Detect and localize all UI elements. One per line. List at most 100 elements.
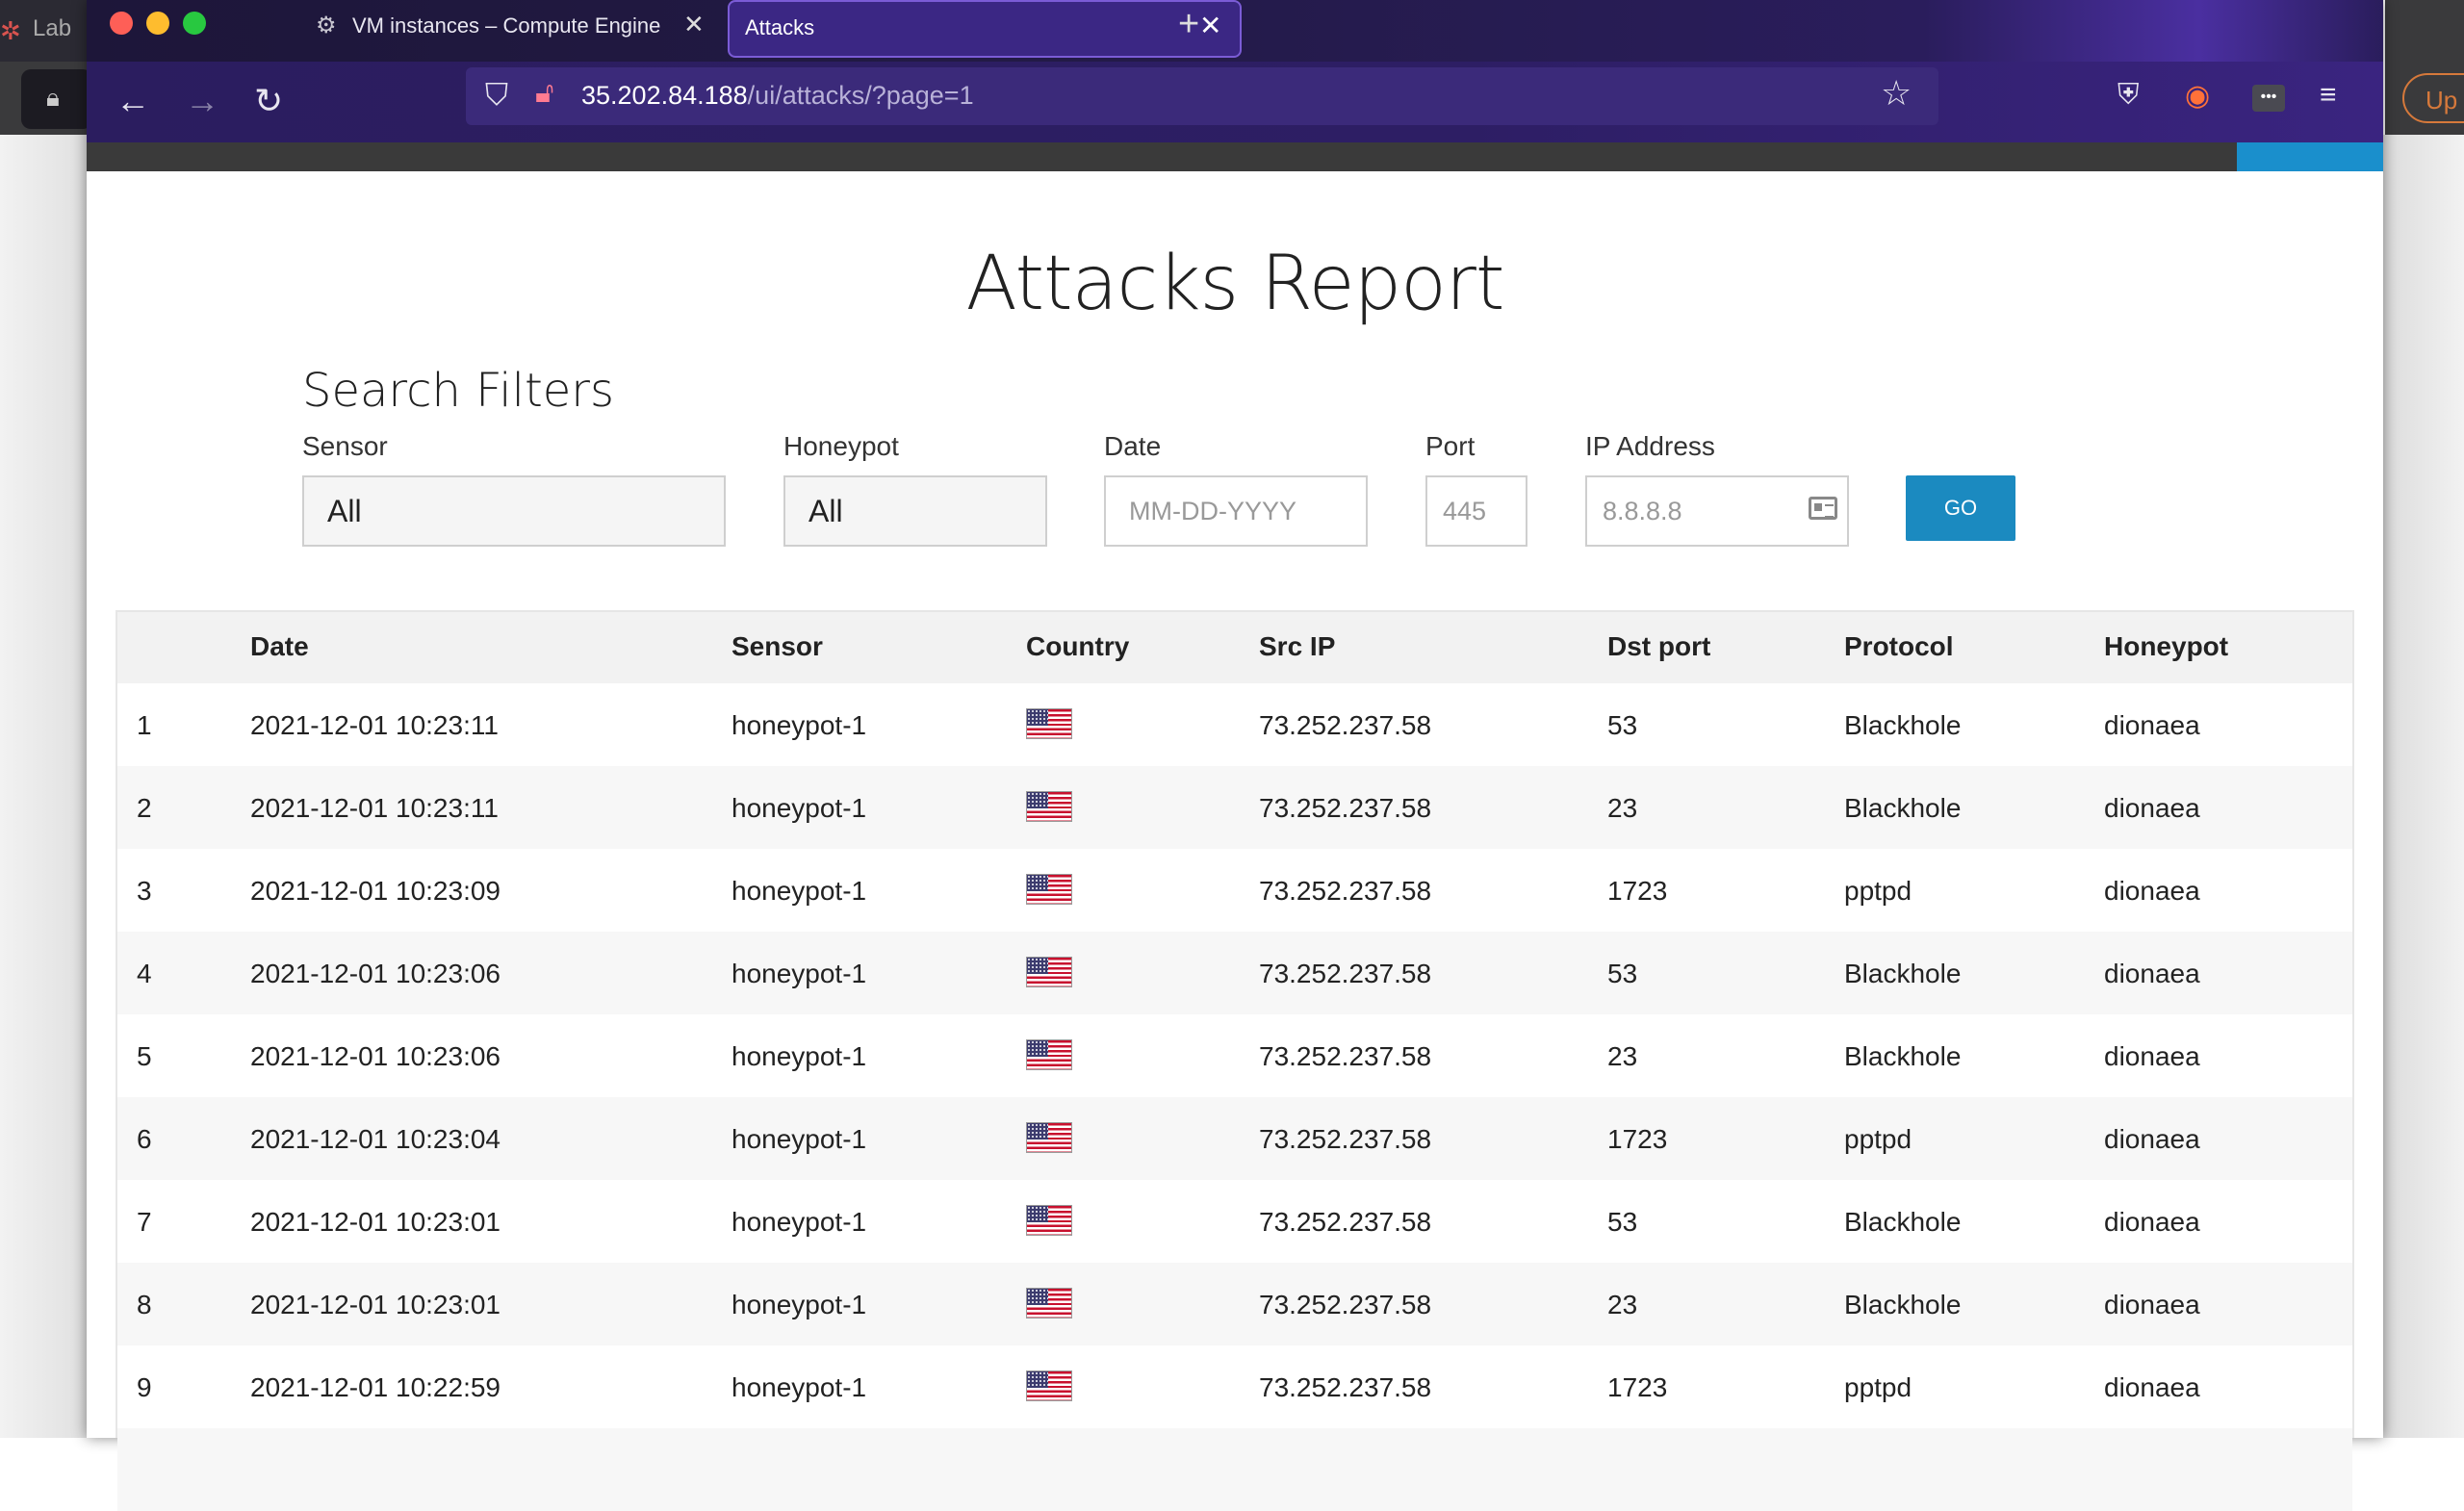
table-row[interactable]: 3 2021-12-01 10:23:09 honeypot-1 73.252.… [117, 849, 2352, 932]
table-row[interactable]: 8 2021-12-01 10:23:01 honeypot-1 73.252.… [117, 1263, 2352, 1345]
navigation-bar: ← → ↻ ⛉ 🔓︎ 35.202.84.188/ui/attacks/?pag… [87, 62, 2383, 142]
background-lock-button[interactable]: 🔒︎ [21, 69, 92, 129]
back-arrow-icon[interactable]: ← [116, 81, 150, 121]
honeypot-label: Honeypot [783, 431, 899, 461]
ip-address-placeholder: 8.8.8.8 [1603, 497, 1682, 525]
pocket-icon[interactable]: ⛨ [2118, 79, 2140, 112]
row-dst-port: 23 [1607, 1041, 1638, 1071]
date-input[interactable]: MM-DD-YYYY [1104, 475, 1368, 547]
address-bar[interactable]: ⛉ 🔓︎ 35.202.84.188/ui/attacks/?page=1 ☆ [466, 67, 1938, 125]
us-flag-icon [1026, 1370, 1072, 1401]
tab-label: VM instances – Compute Engine [352, 13, 661, 38]
bookmark-star-icon[interactable]: ☆ [1881, 73, 1912, 114]
row-sensor: honeypot-1 [732, 876, 867, 906]
extension-icon[interactable]: ••• [2252, 85, 2285, 112]
column-header-sensor[interactable]: Sensor [732, 631, 823, 662]
row-sensor: honeypot-1 [732, 1372, 867, 1402]
table-row[interactable]: 9 2021-12-01 10:22:59 honeypot-1 73.252.… [117, 1345, 2352, 1428]
row-sensor: honeypot-1 [732, 793, 867, 823]
us-flag-icon [1026, 1039, 1072, 1070]
port-input[interactable]: 445 [1425, 475, 1527, 547]
table-row[interactable]: 1 2021-12-01 10:23:11 honeypot-1 73.252.… [117, 683, 2352, 766]
us-flag-icon [1026, 791, 1072, 822]
table-row[interactable]: 2 2021-12-01 10:23:11 honeypot-1 73.252.… [117, 766, 2352, 849]
site-header-accent[interactable] [2237, 142, 2383, 171]
row-protocol: pptpd [1844, 1124, 1912, 1154]
row-date: 2021-12-01 10:22:59 [250, 1372, 500, 1402]
table-row[interactable]: 4 2021-12-01 10:23:06 honeypot-1 73.252.… [117, 932, 2352, 1014]
row-index: 2 [137, 793, 152, 823]
row-date: 2021-12-01 10:23:11 [250, 710, 499, 740]
url-path: /ui/attacks/?page=1 [747, 81, 974, 110]
row-index: 3 [137, 876, 152, 906]
row-date: 2021-12-01 10:23:06 [250, 959, 500, 988]
hamburger-menu-icon[interactable]: ≡ [2320, 79, 2337, 112]
background-window-left: ✲ Lab 🔒︎ [0, 0, 92, 135]
ip-address-label: IP Address [1585, 431, 1715, 461]
row-date: 2021-12-01 10:23:11 [250, 793, 499, 823]
row-index: 5 [137, 1041, 152, 1071]
minimize-window-button[interactable] [146, 12, 169, 35]
row-sensor: honeypot-1 [732, 1207, 867, 1237]
port-placeholder: 445 [1443, 497, 1487, 525]
date-label: Date [1104, 431, 1162, 461]
new-tab-icon[interactable]: + [1178, 4, 1199, 45]
insecure-lock-icon[interactable]: 🔓︎ [535, 77, 553, 110]
forward-arrow-icon[interactable]: → [185, 81, 219, 121]
us-flag-icon [1026, 1205, 1072, 1236]
column-header-protocol[interactable]: Protocol [1844, 631, 1954, 662]
row-src-ip: 73.252.237.58 [1259, 793, 1432, 823]
row-protocol: Blackhole [1844, 959, 1962, 988]
background-upgrade-button[interactable]: Up [2402, 73, 2464, 123]
maximize-window-button[interactable] [183, 12, 206, 35]
background-tab-label: Lab [33, 15, 72, 41]
go-button[interactable]: GO [1906, 475, 2015, 541]
table-body: 1 2021-12-01 10:23:11 honeypot-1 73.252.… [117, 683, 2352, 1511]
row-date: 2021-12-01 10:23:01 [250, 1290, 500, 1319]
row-src-ip: 73.252.237.58 [1259, 876, 1432, 906]
ip-address-input[interactable]: 8.8.8.8 [1585, 475, 1849, 547]
column-header-dst-port[interactable]: Dst port [1607, 631, 1710, 662]
tab-vm-instances[interactable]: ⚙ VM instances – Compute Engine ✕ [300, 0, 801, 58]
autofill-card-icon[interactable] [1809, 497, 1837, 520]
column-header-src-ip[interactable]: Src IP [1259, 631, 1335, 662]
row-protocol: pptpd [1844, 1372, 1912, 1402]
us-flag-icon [1026, 1122, 1072, 1153]
lock-icon: 🔒︎ [46, 83, 60, 112]
row-index: 6 [137, 1124, 152, 1154]
close-tab-icon[interactable]: ✕ [683, 10, 705, 39]
table-row[interactable]: 6 2021-12-01 10:23:04 honeypot-1 73.252.… [117, 1097, 2352, 1180]
close-tab-icon[interactable]: ✕ [1199, 10, 1221, 41]
url-text[interactable]: 35.202.84.188/ui/attacks/?page=1 [581, 81, 974, 111]
row-sensor: honeypot-1 [732, 710, 867, 740]
row-honeypot: dionaea [2104, 1290, 2200, 1319]
row-date: 2021-12-01 10:23:04 [250, 1124, 500, 1154]
sensor-label: Sensor [302, 431, 388, 461]
row-sensor: honeypot-1 [732, 1124, 867, 1154]
row-honeypot: dionaea [2104, 793, 2200, 823]
search-filters-heading: Search Filters [302, 364, 615, 418]
table-row[interactable]: 5 2021-12-01 10:23:06 honeypot-1 73.252.… [117, 1014, 2352, 1097]
row-honeypot: dionaea [2104, 1041, 2200, 1071]
reload-icon[interactable]: ↻ [254, 81, 283, 121]
table-row[interactable]: 7 2021-12-01 10:23:01 honeypot-1 73.252.… [117, 1180, 2352, 1263]
sensor-select[interactable]: All [302, 475, 726, 547]
site-header-bar [87, 142, 2383, 171]
row-sensor: honeypot-1 [732, 1290, 867, 1319]
close-window-button[interactable] [110, 12, 133, 35]
row-date: 2021-12-01 10:23:06 [250, 1041, 500, 1071]
row-dst-port: 1723 [1607, 1124, 1668, 1154]
honeypot-select[interactable]: All [783, 475, 1047, 547]
column-header-country[interactable]: Country [1026, 631, 1129, 662]
page-title: Attacks Report [965, 241, 1504, 327]
firefox-account-icon[interactable]: ◉ [2185, 79, 2210, 113]
row-dst-port: 1723 [1607, 1372, 1668, 1402]
column-header-honeypot[interactable]: Honeypot [2104, 631, 2228, 662]
tracking-protection-shield-icon[interactable]: ⛉ [485, 77, 508, 114]
row-protocol: Blackhole [1844, 793, 1962, 823]
background-tab[interactable]: ✲ Lab [0, 0, 89, 62]
table-row-partial[interactable] [117, 1428, 2352, 1511]
column-header-date[interactable]: Date [250, 631, 309, 662]
row-index: 9 [137, 1372, 152, 1402]
tab-attacks[interactable]: Attacks ✕ [728, 0, 1242, 58]
